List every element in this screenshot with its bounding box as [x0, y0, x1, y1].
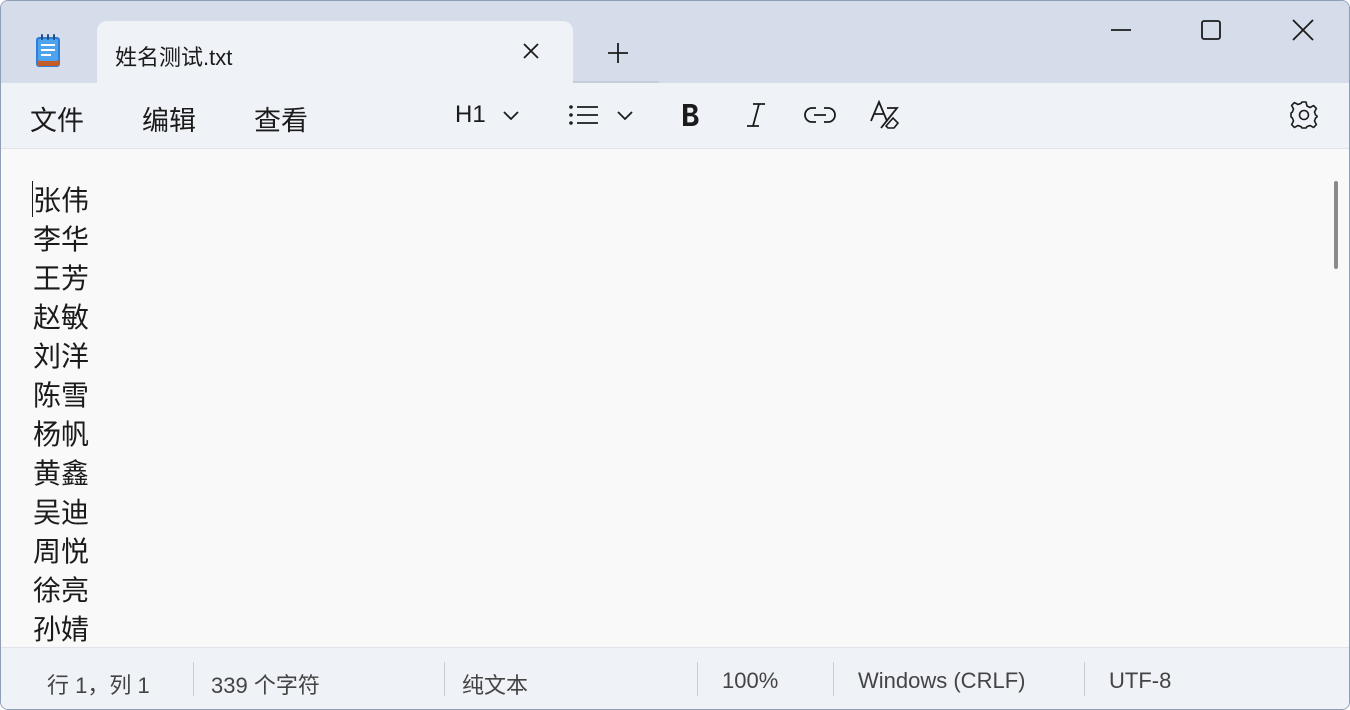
close-tab-button[interactable]: [515, 35, 547, 67]
menu-file[interactable]: 文件: [28, 99, 86, 138]
link-icon: [804, 107, 836, 123]
text-line: 徐亮: [33, 575, 90, 606]
notepad-window: 姓名测试.txt 文件 编辑 查看 H1 张伟 李华 王芳 赵敏 刘洋 陈雪 杨…: [0, 0, 1350, 710]
text-line: 吴迪: [33, 497, 90, 528]
status-divider: [697, 662, 698, 696]
minimize-icon: [1111, 29, 1131, 31]
text-format[interactable]: 纯文本: [462, 668, 528, 700]
status-divider: [1084, 662, 1085, 696]
plus-icon: [608, 43, 628, 63]
text-editor[interactable]: 张伟 李华 王芳 赵敏 刘洋 陈雪 杨帆 黄鑫 吴迪 周悦 徐亮 孙婧: [1, 149, 1349, 647]
list-dropdown[interactable]: [568, 97, 634, 133]
heading-dropdown[interactable]: H1: [455, 97, 520, 133]
close-icon: [523, 43, 539, 59]
document-lines: 张伟 李华 王芳 赵敏 刘洋 陈雪 杨帆 黄鑫 吴迪 周悦 徐亮 孙婧: [33, 181, 89, 647]
encoding[interactable]: UTF-8: [1109, 668, 1171, 694]
heading-label: H1: [455, 101, 486, 128]
zoom-level[interactable]: 100%: [722, 668, 778, 694]
document-tab[interactable]: 姓名测试.txt: [97, 21, 573, 83]
italic-button[interactable]: [744, 97, 768, 133]
status-divider: [833, 662, 834, 696]
maximize-button[interactable]: [1181, 7, 1241, 53]
vertical-scrollbar[interactable]: [1334, 181, 1338, 269]
cursor-position: 行 1，列 1: [47, 673, 150, 698]
bold-button[interactable]: [679, 97, 701, 133]
menu-toolbar: 文件 编辑 查看 H1: [1, 83, 1349, 149]
menu-view[interactable]: 查看: [252, 99, 310, 138]
status-divider: [444, 662, 445, 696]
text-line: 孙婧: [33, 614, 90, 645]
chevron-down-icon: [617, 111, 633, 121]
maximize-icon: [1201, 20, 1221, 40]
text-line: 杨帆: [33, 419, 90, 450]
text-line: 陈雪: [33, 380, 90, 411]
text-line: 刘洋: [33, 341, 90, 372]
text-line: 张伟: [33, 185, 90, 216]
clear-formatting-icon: [870, 99, 900, 129]
title-bar: 姓名测试.txt: [1, 1, 1349, 83]
link-button[interactable]: [804, 97, 836, 133]
line-ending[interactable]: Windows (CRLF): [858, 668, 1025, 694]
notepad-app-icon: [34, 33, 64, 69]
text-line: 周悦: [33, 536, 90, 567]
settings-icon: [1290, 101, 1318, 129]
close-window-button[interactable]: [1273, 7, 1333, 53]
clear-formatting-button[interactable]: [869, 97, 901, 133]
new-tab-button[interactable]: [599, 35, 637, 71]
text-line: 赵敏: [33, 302, 90, 333]
text-line: 黄鑫: [33, 458, 90, 489]
tab-title: 姓名测试.txt: [115, 45, 233, 70]
chevron-down-icon: [503, 111, 519, 121]
close-icon: [1292, 19, 1314, 41]
menu-edit[interactable]: 编辑: [140, 99, 198, 138]
settings-button[interactable]: [1289, 97, 1319, 133]
text-line: 王芳: [33, 263, 90, 294]
status-divider: [193, 662, 194, 696]
italic-icon: [747, 103, 765, 127]
minimize-button[interactable]: [1091, 7, 1151, 53]
list-icon: [569, 105, 598, 125]
character-count: 339 个字符: [211, 673, 320, 698]
bold-icon: [683, 104, 699, 126]
text-line: 李华: [33, 224, 90, 255]
status-bar: 行 1，列 1 339 个字符 纯文本 100% Windows (CRLF) …: [1, 647, 1349, 709]
